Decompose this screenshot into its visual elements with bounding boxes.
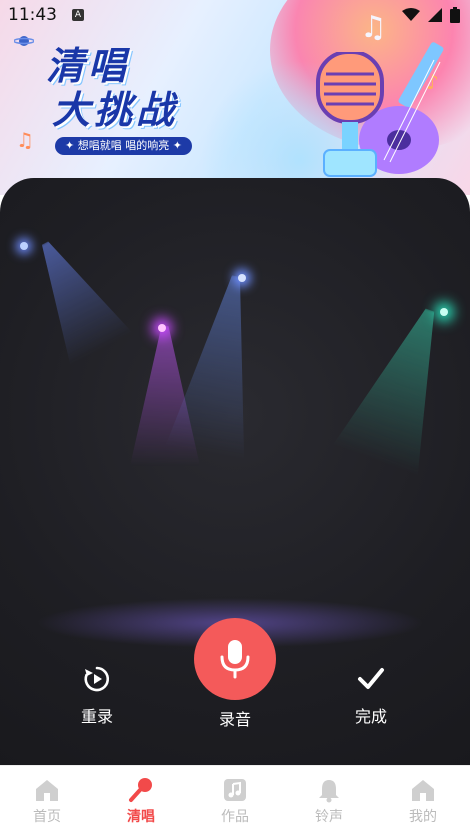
- music-note-icon: [224, 779, 246, 801]
- music-note-icon: ♫: [16, 128, 34, 152]
- wifi-icon: [402, 8, 420, 21]
- banner-title-line2: 大挑战: [52, 88, 179, 132]
- bell-icon: [319, 780, 339, 803]
- spotlight-dot: [440, 308, 448, 316]
- banner-title-line1: 清唱: [46, 44, 131, 88]
- spotlight-beam: [14, 227, 132, 366]
- signal-icon: [428, 8, 442, 22]
- nav-item-works[interactable]: 作品: [188, 766, 282, 836]
- status-icons: [402, 7, 460, 23]
- battery-icon: [450, 7, 460, 23]
- record-button[interactable]: [194, 618, 276, 700]
- nav-label: 清唱: [127, 809, 155, 825]
- status-time: 11:43: [8, 5, 57, 25]
- home-icon: [36, 780, 58, 801]
- nav-label: 铃声: [315, 809, 343, 825]
- nav-label: 首页: [33, 809, 61, 825]
- nav-item-ringtone[interactable]: 铃声: [282, 766, 376, 836]
- rerecord-label: 重录: [80, 707, 113, 726]
- done-button[interactable]: 完成: [331, 665, 411, 727]
- nav-item-home[interactable]: 首页: [0, 766, 94, 836]
- replay-icon: [84, 666, 109, 692]
- record-label: 录音: [218, 710, 251, 729]
- spotlight-dot: [158, 324, 166, 332]
- banner-slogan: ✦ 想唱就唱 唱的响亮 ✦: [55, 137, 192, 155]
- spotlight-beam: [333, 295, 470, 476]
- nav-label: 我的: [409, 809, 437, 825]
- spotlight-beam: [165, 269, 275, 460]
- notification-badge-icon: A: [72, 9, 84, 21]
- user-icon: [412, 780, 434, 801]
- nav-item-profile[interactable]: 我的: [376, 766, 470, 836]
- bottom-navigation: 首页 清唱 作品 铃声 我的: [0, 765, 470, 836]
- nav-item-acappella[interactable]: 清唱: [94, 766, 188, 836]
- microphone-icon: [220, 640, 250, 679]
- checkmark-icon: [358, 668, 384, 689]
- spotlight-dot: [238, 274, 246, 282]
- rerecord-button[interactable]: 重录: [57, 665, 137, 727]
- planet-icon: [14, 36, 34, 46]
- status-bar: 11:43 A: [0, 0, 470, 32]
- microphone-illustration: [316, 52, 384, 177]
- nav-label: 作品: [221, 809, 249, 825]
- banner-title: 清唱 大挑战: [46, 44, 178, 132]
- mic-icon: [129, 778, 152, 802]
- done-label: 完成: [354, 707, 387, 726]
- spotlight-dot: [20, 242, 28, 250]
